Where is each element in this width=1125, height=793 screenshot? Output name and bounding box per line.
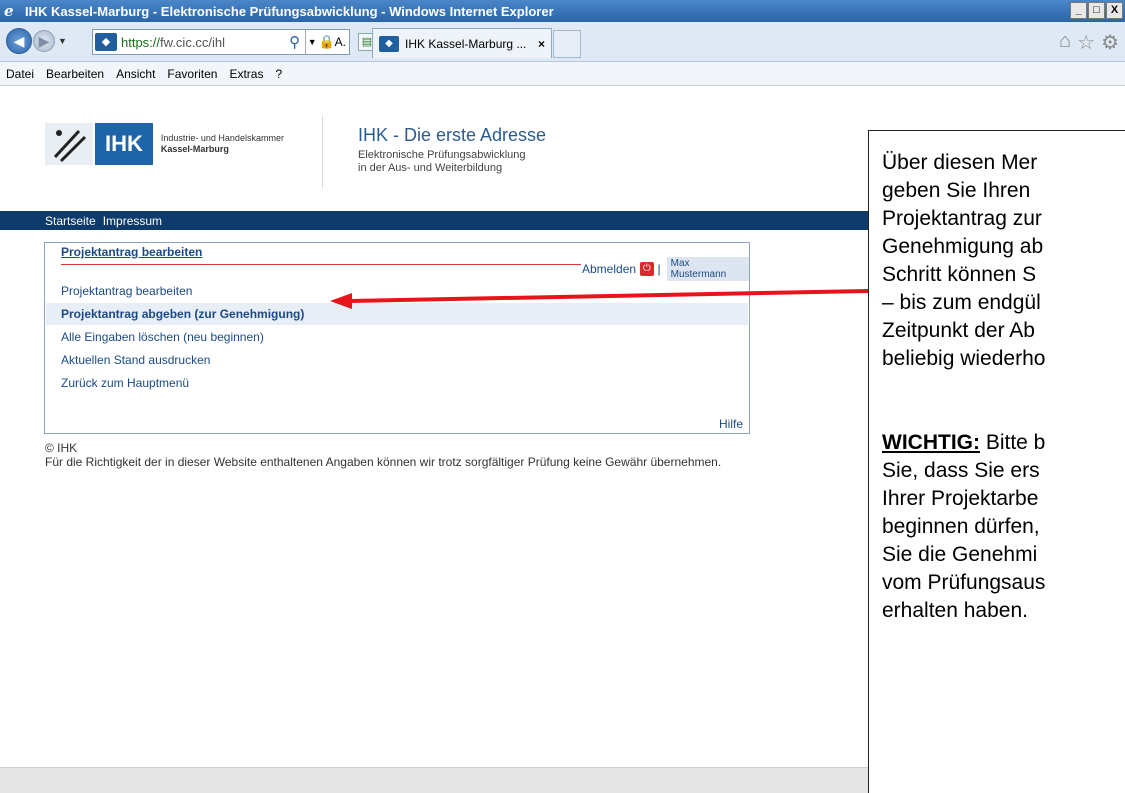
search-icon[interactable]: ⚲	[285, 33, 305, 51]
lock-icon[interactable]: 🔒	[319, 34, 335, 50]
copyright: © IHK	[45, 441, 78, 455]
annotation-gap	[882, 373, 1125, 429]
forward-button[interactable]: ▶	[33, 30, 55, 52]
annotation-line: beliebig wiederho	[882, 347, 1046, 370]
screenshot-root: e IHK Kassel-Marburg - Elektronische Prü…	[0, 0, 1125, 793]
logo-ihk-text: IHK	[95, 123, 153, 165]
menu-extras[interactable]: Extras	[229, 67, 263, 81]
browser-tools: ⌂ ☆ ⚙	[1059, 30, 1119, 55]
site-favicon-icon: ◆	[95, 33, 117, 51]
page-subtitle-1: Elektronische Prüfungsabwicklung	[358, 149, 526, 161]
page-title: IHK - Die erste Adresse	[358, 125, 547, 145]
menu-item-submit[interactable]: Projektantrag abgeben (zur Genehmigung)	[46, 303, 748, 325]
address-toolbar: ◀ ▶ ▼ ◆ https:// fw.cic.cc/ihl ⚲ ▼ 🔒 A. …	[0, 22, 1125, 62]
annotation-warning-first: WICHTIG: Bitte b	[882, 429, 1125, 457]
power-icon[interactable]: ⏻	[640, 262, 654, 276]
panel-separator	[61, 264, 581, 265]
certificate-label[interactable]: A.	[335, 35, 349, 49]
annotation-line: – bis zum endgül	[882, 291, 1041, 314]
annotation-warning-line: Sie, dass Sie ers	[882, 459, 1040, 482]
menu-bearbeiten[interactable]: Bearbeiten	[46, 67, 104, 81]
panel-title[interactable]: Projektantrag bearbeiten	[61, 245, 202, 259]
maximize-button[interactable]: □	[1088, 2, 1105, 19]
project-panel: Projektantrag bearbeiten Abmelden ⏻ | Ma…	[44, 242, 750, 434]
logo-line-1: Industrie- und Handelskammer	[160, 133, 284, 143]
page-footer: © IHK Für die Richtigkeit der in dieser …	[45, 441, 721, 469]
tab-favicon-icon: ◆	[379, 35, 399, 52]
window-title: IHK Kassel-Marburg - Elektronische Prüfu…	[25, 3, 554, 19]
logo-chamber-name: Industrie- und Handelskammer Kassel-Marb…	[161, 133, 284, 155]
logo-line-2: Kassel-Marburg	[160, 144, 229, 154]
menu-item-main-menu[interactable]: Zurück zum Hauptmenü	[46, 372, 748, 394]
annotation-line: Schritt können S	[882, 263, 1037, 286]
gear-icon[interactable]: ⚙	[1101, 30, 1119, 55]
nav-startseite[interactable]: Startseite	[45, 214, 96, 228]
window-controls: _ □ X	[1070, 2, 1123, 19]
logout-link[interactable]: Abmelden	[582, 262, 636, 276]
annotation-line: Zeitpunkt der Ab	[882, 319, 1035, 342]
annotation-line: Genehmigung ab	[882, 235, 1044, 258]
url-host: fw.cic.cc/ihl	[160, 34, 226, 50]
favorites-star-icon[interactable]: ☆	[1077, 30, 1095, 55]
menu-item-edit[interactable]: Projektantrag bearbeiten	[46, 280, 748, 302]
menu-bar: Datei Bearbeiten Ansicht Favoriten Extra…	[0, 62, 1125, 86]
menu-datei[interactable]: Datei	[6, 67, 34, 81]
ie-logo-icon: e	[4, 2, 14, 20]
new-tab-button[interactable]	[553, 30, 581, 58]
tab-close-icon[interactable]: ×	[538, 37, 545, 51]
menu-ansicht[interactable]: Ansicht	[116, 67, 155, 81]
annotation-warning-line: vom Prüfungsaus	[882, 571, 1046, 594]
tab-title: IHK Kassel-Marburg ...	[405, 36, 527, 51]
warning-first-text: Bitte b	[979, 431, 1046, 454]
warning-label: WICHTIG:	[882, 431, 980, 454]
close-button[interactable]: X	[1106, 2, 1123, 19]
ihk-logo[interactable]: IHK Industrie- und Handelskammer Kassel-…	[45, 123, 284, 165]
annotation-line: Über diesen Mer	[882, 151, 1038, 174]
nav-impressum[interactable]: Impressum	[103, 214, 162, 228]
help-link[interactable]: Hilfe	[719, 417, 743, 431]
browser-tab[interactable]: ◆ IHK Kassel-Marburg ... ×	[372, 28, 552, 58]
annotation-line: Projektantrag zur	[882, 207, 1042, 230]
header-divider	[322, 115, 323, 189]
annotation-callout: Über diesen Mer geben Sie Ihren Projekta…	[868, 130, 1125, 793]
menu-help[interactable]: ?	[275, 67, 282, 81]
back-button[interactable]: ◀	[6, 28, 32, 54]
annotation-line: geben Sie Ihren	[882, 179, 1031, 202]
annotation-warning-line: erhalten haben.	[882, 599, 1028, 622]
home-icon[interactable]: ⌂	[1059, 30, 1071, 55]
annotation-warning-line: Ihrer Projektarbe	[882, 487, 1039, 510]
menu-favoriten[interactable]: Favoriten	[167, 67, 217, 81]
menu-item-reset[interactable]: Alle Eingaben löschen (neu beginnen)	[46, 326, 748, 348]
user-name: Max Mustermann	[666, 257, 749, 281]
page-subtitle-2: in der Aus- und Weiterbildung	[358, 162, 503, 174]
menu-item-print[interactable]: Aktuellen Stand ausdrucken	[46, 349, 748, 371]
url-protocol: https://	[121, 34, 161, 50]
logout-area: Abmelden ⏻ | Max Mustermann	[582, 257, 749, 281]
annotation-warning-line: beginnen dürfen,	[882, 515, 1040, 538]
page-headline: IHK - Die erste Adresse Elektronische Pr…	[358, 125, 546, 175]
annotation-warning-line: Sie die Genehmi	[882, 543, 1038, 566]
url-field[interactable]: ◆ https:// fw.cic.cc/ihl ⚲ ▼ 🔒 A.	[92, 29, 350, 55]
minimize-button[interactable]: _	[1070, 2, 1087, 19]
url-dropdown-icon[interactable]: ▼	[304, 30, 319, 54]
window-titlebar: e IHK Kassel-Marburg - Elektronische Prü…	[0, 0, 1125, 22]
history-dropdown-icon[interactable]: ▼	[58, 36, 67, 46]
user-separator: |	[657, 262, 661, 276]
disclaimer: Für die Richtigkeit der in dieser Websit…	[45, 455, 722, 469]
ihk-logo-mark-icon	[45, 123, 93, 165]
